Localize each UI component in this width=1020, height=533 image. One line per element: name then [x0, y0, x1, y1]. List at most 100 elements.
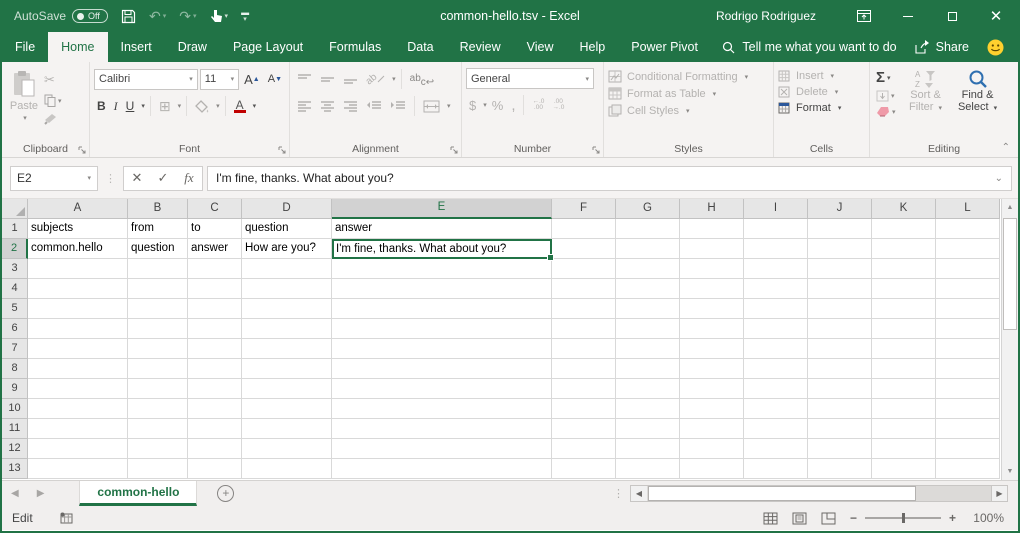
- column-header-C[interactable]: C: [188, 199, 242, 219]
- delete-cells-button[interactable]: Delete▾: [778, 86, 841, 98]
- column-header-G[interactable]: G: [616, 199, 680, 219]
- row-header-7[interactable]: 7: [2, 339, 28, 359]
- cell-C2[interactable]: answer: [188, 239, 242, 259]
- column-header-B[interactable]: B: [128, 199, 188, 219]
- feedback-smiley-icon[interactable]: [987, 39, 1004, 56]
- row-header-6[interactable]: 6: [2, 319, 28, 339]
- cell-L13[interactable]: [936, 459, 1000, 479]
- cut-icon[interactable]: ✂: [44, 72, 62, 88]
- share-button[interactable]: Share: [915, 40, 969, 54]
- cell-H4[interactable]: [680, 279, 744, 299]
- increase-decimal-icon[interactable]: ←.0.00: [529, 94, 547, 116]
- cell-F3[interactable]: [552, 259, 616, 279]
- scroll-left-icon[interactable]: ◀: [631, 486, 647, 501]
- tab-data[interactable]: Data: [394, 32, 446, 62]
- cell-B5[interactable]: [128, 299, 188, 319]
- cell-A13[interactable]: [28, 459, 128, 479]
- number-dialog-launcher-icon[interactable]: [592, 146, 600, 154]
- row-header-12[interactable]: 12: [2, 439, 28, 459]
- select-all-corner[interactable]: [2, 199, 28, 219]
- borders-icon[interactable]: ⊞: [156, 95, 174, 117]
- cell-K6[interactable]: [872, 319, 936, 339]
- cell-J6[interactable]: [808, 319, 872, 339]
- cell-H8[interactable]: [680, 359, 744, 379]
- bottom-align-icon[interactable]: [340, 68, 361, 90]
- next-sheet-icon[interactable]: ▶: [28, 488, 54, 499]
- cell-D2[interactable]: How are you?: [242, 239, 332, 259]
- cell-F5[interactable]: [552, 299, 616, 319]
- comma-format-icon[interactable]: ,: [508, 94, 518, 116]
- cell-F7[interactable]: [552, 339, 616, 359]
- cell-E9[interactable]: [332, 379, 552, 399]
- cell-K2[interactable]: [872, 239, 936, 259]
- cell-J12[interactable]: [808, 439, 872, 459]
- column-header-E[interactable]: E: [332, 199, 552, 219]
- cell-A1[interactable]: subjects: [28, 219, 128, 239]
- cell-L4[interactable]: [936, 279, 1000, 299]
- cell-C1[interactable]: to: [188, 219, 242, 239]
- tell-me-box[interactable]: Tell me what you want to do: [722, 40, 896, 54]
- cell-L11[interactable]: [936, 419, 1000, 439]
- cell-F11[interactable]: [552, 419, 616, 439]
- cell-E12[interactable]: [332, 439, 552, 459]
- cell-H1[interactable]: [680, 219, 744, 239]
- column-header-J[interactable]: J: [808, 199, 872, 219]
- cell-F4[interactable]: [552, 279, 616, 299]
- cell-D10[interactable]: [242, 399, 332, 419]
- cell-K7[interactable]: [872, 339, 936, 359]
- column-header-H[interactable]: H: [680, 199, 744, 219]
- horizontal-scroll-thumb[interactable]: [648, 486, 916, 501]
- formula-input[interactable]: I'm fine, thanks. What about you? ⌄: [207, 166, 1012, 191]
- tab-file[interactable]: File: [2, 32, 48, 62]
- cell-J9[interactable]: [808, 379, 872, 399]
- cell-C12[interactable]: [188, 439, 242, 459]
- cell-I6[interactable]: [744, 319, 808, 339]
- cell-B11[interactable]: [128, 419, 188, 439]
- align-left-icon[interactable]: [294, 95, 315, 117]
- cell-G1[interactable]: [616, 219, 680, 239]
- column-header-F[interactable]: F: [552, 199, 616, 219]
- cell-H5[interactable]: [680, 299, 744, 319]
- align-right-icon[interactable]: [340, 95, 361, 117]
- collapse-ribbon-icon[interactable]: ⌃: [1002, 142, 1010, 153]
- confirm-entry-icon[interactable]: ✓: [150, 170, 176, 186]
- cell-K8[interactable]: [872, 359, 936, 379]
- cell-D13[interactable]: [242, 459, 332, 479]
- cell-K3[interactable]: [872, 259, 936, 279]
- cell-G8[interactable]: [616, 359, 680, 379]
- cell-K9[interactable]: [872, 379, 936, 399]
- cell-I2[interactable]: [744, 239, 808, 259]
- cell-B9[interactable]: [128, 379, 188, 399]
- cell-D7[interactable]: [242, 339, 332, 359]
- cell-B13[interactable]: [128, 459, 188, 479]
- middle-align-icon[interactable]: [317, 68, 338, 90]
- format-as-table-button[interactable]: Format as Table▾: [608, 87, 748, 100]
- user-name[interactable]: Rodrigo Rodriguez: [716, 9, 816, 23]
- row-header-2[interactable]: 2: [2, 239, 28, 259]
- cell-I8[interactable]: [744, 359, 808, 379]
- cell-A11[interactable]: [28, 419, 128, 439]
- cell-D11[interactable]: [242, 419, 332, 439]
- fill-color-icon[interactable]: [192, 95, 212, 117]
- font-family-combo[interactable]: Calibri▾: [94, 69, 198, 90]
- cell-D4[interactable]: [242, 279, 332, 299]
- cell-F8[interactable]: [552, 359, 616, 379]
- zoom-slider-handle[interactable]: [902, 513, 905, 523]
- cell-D3[interactable]: [242, 259, 332, 279]
- increase-indent-icon[interactable]: [387, 95, 409, 117]
- new-sheet-icon[interactable]: +: [217, 485, 234, 502]
- cell-styles-button[interactable]: Cell Styles▾: [608, 104, 748, 117]
- cell-I10[interactable]: [744, 399, 808, 419]
- cell-J7[interactable]: [808, 339, 872, 359]
- cell-F2[interactable]: [552, 239, 616, 259]
- zoom-slider[interactable]: [865, 517, 941, 519]
- cell-J5[interactable]: [808, 299, 872, 319]
- paste-button[interactable]: Paste ▾: [6, 66, 42, 141]
- cell-H6[interactable]: [680, 319, 744, 339]
- cell-E8[interactable]: [332, 359, 552, 379]
- cell-F13[interactable]: [552, 459, 616, 479]
- tab-insert[interactable]: Insert: [108, 32, 165, 62]
- cell-K4[interactable]: [872, 279, 936, 299]
- macro-record-icon[interactable]: [59, 512, 73, 524]
- center-icon[interactable]: [317, 95, 338, 117]
